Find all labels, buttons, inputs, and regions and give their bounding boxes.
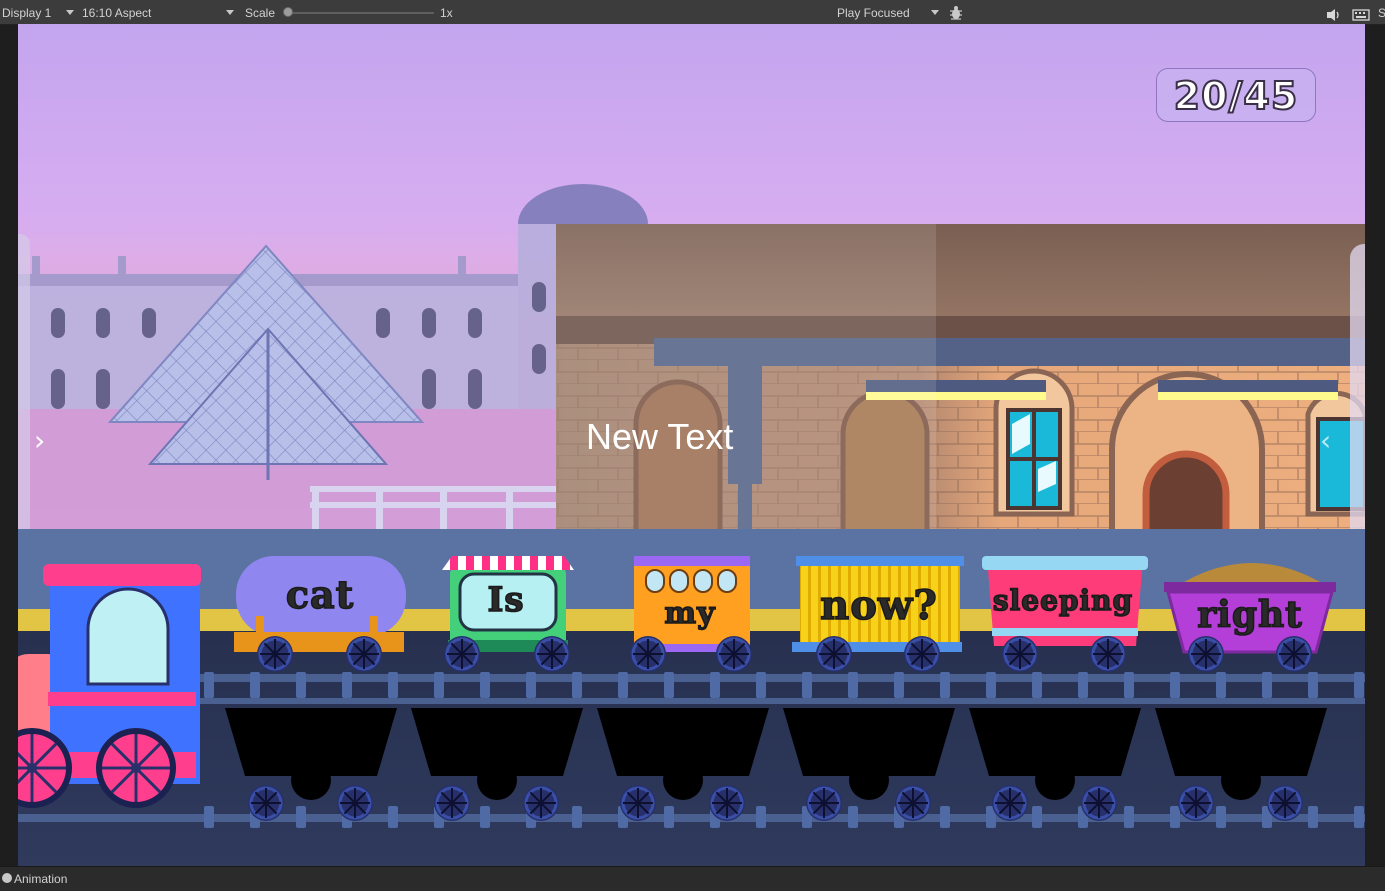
game-view-toolbar: Display 1 16:10 Aspect Scale 1x Play Foc… <box>0 0 1385 25</box>
scale-slider-track[interactable] <box>288 12 434 14</box>
center-text: New Text <box>586 416 734 457</box>
aspect-dropdown[interactable]: 16:10 Aspect <box>82 0 151 24</box>
scale-slider-knob[interactable] <box>283 7 293 17</box>
car-word-1[interactable]: cat <box>240 571 400 618</box>
animation-icon <box>2 873 12 883</box>
scale-label: Scale <box>245 6 276 20</box>
display-label: Display 1 <box>2 6 52 20</box>
car-word-3[interactable]: my <box>632 595 748 632</box>
animation-tab[interactable]: Animation <box>14 867 67 891</box>
scale-value: 1x <box>440 6 453 20</box>
play-mode-label: Play Focused <box>837 6 910 20</box>
game-viewport[interactable]: 20/45 New Text › ‹ cat Is my now? sleepi… <box>18 24 1365 866</box>
speaker-icon[interactable] <box>1326 5 1342 21</box>
play-mode-caret-icon[interactable] <box>931 10 939 15</box>
car-word-5[interactable]: sleeping <box>982 583 1144 618</box>
bottom-panel-bar: Animation <box>0 866 1385 891</box>
play-mode-dropdown[interactable]: Play Focused <box>837 0 910 24</box>
track-lower <box>18 814 1365 822</box>
score-counter: 20/45 <box>1156 68 1316 122</box>
car-word-4[interactable]: now? <box>796 581 962 630</box>
prev-arrow-right-icon[interactable]: ‹ <box>1320 424 1331 457</box>
car-word-2[interactable]: Is <box>448 579 564 621</box>
aspect-caret-icon[interactable] <box>226 10 234 15</box>
bug-icon[interactable] <box>948 4 964 20</box>
next-arrow-left-icon[interactable]: › <box>34 424 45 457</box>
stats-label[interactable]: S <box>1378 0 1385 24</box>
aspect-label: 16:10 Aspect <box>82 6 152 20</box>
display-caret-icon[interactable] <box>66 10 74 15</box>
keyboard-icon[interactable] <box>1352 5 1370 21</box>
car-word-6[interactable]: right <box>1168 593 1332 637</box>
display-dropdown[interactable]: Display 1 <box>2 0 51 24</box>
